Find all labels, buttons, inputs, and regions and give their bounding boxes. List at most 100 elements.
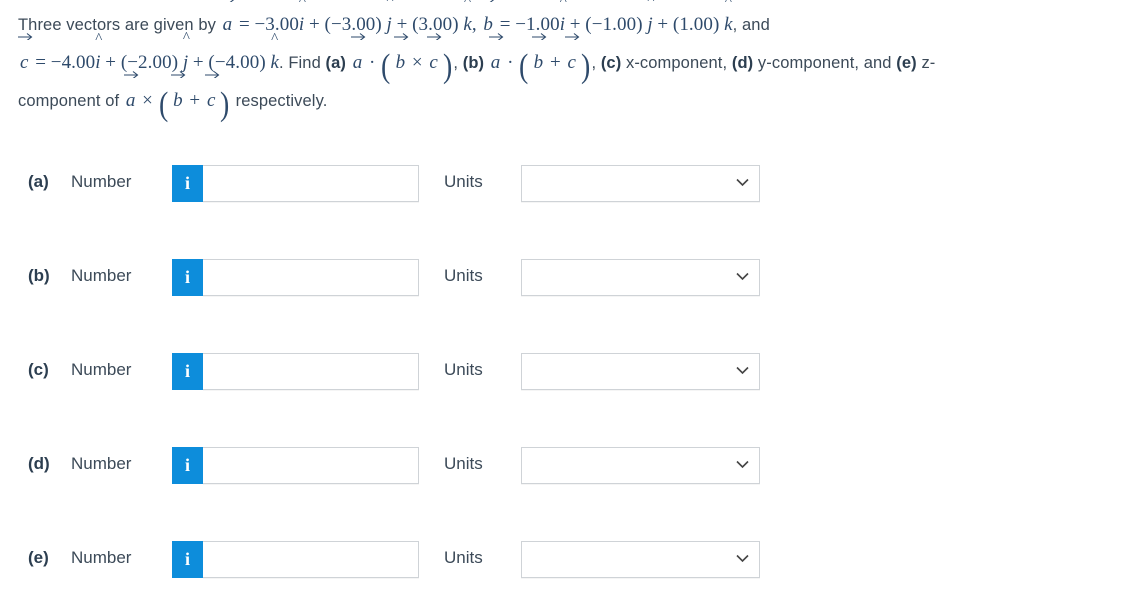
vector-b-symbol: b [393, 33, 408, 82]
number-input-d[interactable] [203, 447, 419, 484]
number-field-group-e: i [172, 541, 419, 578]
answer-tag-b: (b) [28, 266, 50, 285]
info-icon-c[interactable]: i [172, 353, 203, 390]
plus-sign: + [192, 52, 204, 73]
info-icon-b[interactable]: i [172, 259, 203, 296]
units-select-a[interactable] [521, 165, 760, 202]
hat-accent-icon: ^ [182, 30, 190, 46]
b-j-coefficient: (−1.00) [585, 14, 643, 35]
plus-sign: + [657, 14, 669, 35]
info-icon-d[interactable]: i [172, 447, 203, 484]
part-label-b: (b) [462, 54, 485, 72]
units-select-d[interactable] [521, 447, 760, 484]
answer-tag-e: (e) [28, 548, 49, 567]
statement-line-3: component of a × (b + c) respectively. [18, 71, 1124, 122]
i-hat-unit-vector: ^ i [95, 31, 103, 74]
part-label-d: (d) [731, 54, 754, 72]
vector-c-symbol: c [18, 33, 33, 82]
b-plus-c-group: b + c [530, 33, 580, 82]
comma-separator: , [591, 54, 597, 72]
vector-arrow-icon [565, 32, 580, 42]
vector-arrow-icon [123, 70, 139, 80]
part-e-description: component of [18, 92, 120, 110]
answer-rows: (a) Number i Units (b) Number i Units (c… [0, 140, 1134, 610]
vector-c-symbol: c [565, 33, 580, 82]
answer-row-e: (e) Number i Units [0, 516, 1134, 610]
number-label-c: Number [71, 360, 132, 379]
number-field-group-c: i [172, 353, 419, 390]
answer-row-c: (c) Number i Units [0, 328, 1134, 422]
b-k-coefficient: (1.00) [672, 14, 720, 35]
hat-accent-icon: ^ [559, 0, 567, 9]
number-input-a[interactable] [203, 165, 419, 202]
part-e-description-start: z- [921, 54, 936, 72]
problem-page: Three vectors are given by a = −3.00 ^ i +… [0, 0, 1134, 601]
and-text: , and [732, 16, 770, 34]
answer-row-a: (a) Number i Units [0, 140, 1134, 234]
number-label-a: Number [71, 172, 132, 191]
vector-b-symbol: b [531, 33, 547, 82]
number-field-group-a: i [172, 165, 419, 202]
answer-row-d: (d) Number i Units [0, 422, 1134, 516]
units-label-e: Units [444, 548, 483, 567]
dot-product-operator: · [507, 52, 514, 73]
vector-arrow-icon [393, 32, 408, 42]
comma-separator: , [471, 14, 477, 35]
part-label-c: (c) [600, 54, 622, 72]
answer-tag-c: (c) [28, 360, 49, 379]
units-select-b[interactable] [521, 259, 760, 296]
j-hat-unit-vector: ^ j [387, 0, 394, 44]
number-label-b: Number [71, 266, 132, 285]
info-icon-a[interactable]: i [172, 165, 203, 202]
number-input-c[interactable] [203, 353, 419, 390]
units-select-c[interactable] [521, 353, 760, 390]
plus-sign: + [549, 52, 561, 73]
units-label-a: Units [444, 172, 483, 191]
b-cross-c-group: b × c [392, 33, 442, 82]
vector-a-symbol: a [488, 33, 504, 82]
cross-product-operator: × [411, 52, 423, 73]
hat-accent-icon: ^ [647, 0, 655, 8]
vector-arrow-icon [427, 32, 442, 42]
vector-arrow-icon [350, 32, 366, 42]
i-hat-unit-vector: ^ i [299, 0, 306, 44]
k-hat-unit-vector: ^ k [724, 0, 733, 44]
k-hat-unit-vector: ^ k [463, 0, 472, 44]
units-label-b: Units [444, 266, 483, 285]
vector-c-symbol: c [427, 33, 442, 82]
j-hat-unit-vector: ^ j [647, 0, 654, 44]
vector-b-symbol: b [171, 71, 186, 120]
number-input-b[interactable] [203, 259, 419, 296]
plus-sign: + [309, 14, 320, 35]
cross-product-operator: × [142, 90, 153, 111]
vector-c-symbol: c [204, 71, 220, 120]
comma-separator: , [453, 54, 459, 72]
units-select-wrapper-b [521, 259, 760, 296]
vector-a-symbol: a [123, 71, 139, 120]
find-text: . Find [278, 54, 321, 72]
i-hat-unit-vector: ^ i [560, 0, 567, 44]
units-label-d: Units [444, 454, 483, 473]
vector-arrow-icon [204, 70, 220, 80]
hat-accent-icon: ^ [464, 0, 472, 9]
units-select-wrapper-e [521, 541, 760, 578]
equals-sign: = [238, 14, 250, 35]
plus-sign: + [189, 90, 201, 111]
vector-arrow-icon [18, 32, 33, 42]
part-c-description: x-component, [625, 54, 728, 72]
vector-a-symbol: a [222, 0, 234, 44]
hat-accent-icon: ^ [298, 0, 307, 9]
number-input-e[interactable] [203, 541, 419, 578]
part-label-e: (e) [896, 54, 917, 72]
vector-arrow-icon [481, 0, 495, 4]
dot-product-operator: · [369, 52, 376, 73]
units-select-wrapper-c [521, 353, 760, 390]
hat-accent-icon: ^ [386, 0, 394, 8]
units-label-c: Units [444, 360, 483, 379]
units-select-e[interactable] [521, 541, 760, 578]
hat-accent-icon: ^ [271, 31, 279, 47]
k-hat-unit-vector: ^ k [270, 31, 279, 74]
number-label-e: Number [71, 548, 132, 567]
answer-row-b: (b) Number i Units [0, 234, 1134, 328]
info-icon-e[interactable]: i [172, 541, 203, 578]
